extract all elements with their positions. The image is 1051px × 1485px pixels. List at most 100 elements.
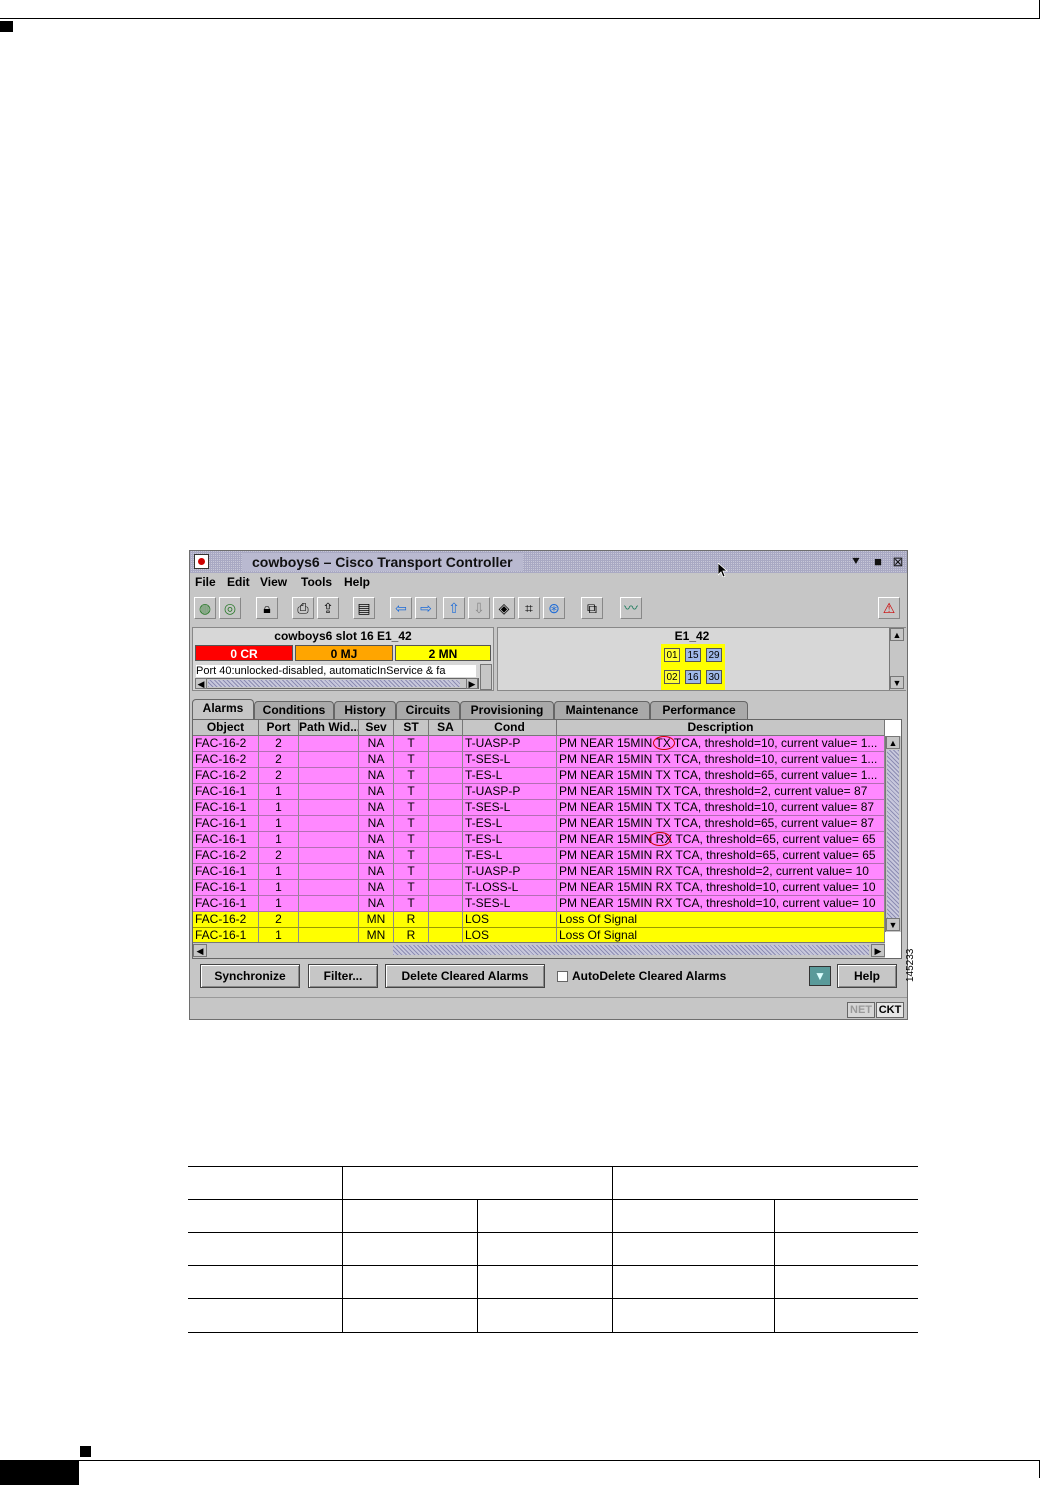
port-status-hscroll[interactable]: ◀ ▶ — [195, 678, 479, 689]
cell-cond: T-UASP-P — [463, 736, 557, 752]
tab-provisioning[interactable]: Provisioning — [460, 701, 554, 719]
table-row[interactable]: FAC-16-2 2 NA T T-SES-L PM NEAR 15MIN TX TCA,… — [193, 752, 885, 768]
table-row[interactable]: FAC-16-1 1 NA T T-ES-L PM NEAR 15MIN RX TCA, … — [193, 832, 885, 848]
export-icon[interactable]: ⇪ — [317, 597, 339, 619]
filter-funnel-icon[interactable]: ▼ — [809, 966, 831, 986]
forward-arrow-icon[interactable]: ⇨ — [415, 597, 437, 619]
scroll-right-icon[interactable]: ▶ — [871, 944, 885, 957]
port-30[interactable]: 30 — [706, 670, 722, 684]
scroll-left-icon[interactable]: ◀ — [195, 678, 207, 689]
cell-path-width — [299, 896, 359, 912]
col-sa[interactable]: SA — [429, 720, 463, 736]
tab-alarms[interactable]: Alarms — [192, 699, 254, 719]
menu-edit[interactable]: Edit — [227, 575, 250, 589]
table-row[interactable]: FAC-16-2 2 NA T T-UASP-P PM NEAR 15MIN TX TCA… — [193, 736, 885, 752]
cell-path-width — [299, 800, 359, 816]
col-sev[interactable]: Sev — [359, 720, 394, 736]
autodelete-checkbox[interactable] — [557, 971, 568, 982]
table-row[interactable]: FAC-16-1 1 NA T T-SES-L PM NEAR 15MIN TX TCA,… — [193, 800, 885, 816]
network-icon[interactable]: ⊛ — [543, 597, 565, 619]
cell-object: FAC-16-2 — [193, 752, 259, 768]
scroll-up-icon[interactable]: ▲ — [890, 628, 904, 641]
cell-object: FAC-16-2 — [193, 848, 259, 864]
lock-icon[interactable]: 🔒︎ — [256, 597, 278, 619]
menu-view[interactable]: View — [260, 575, 287, 589]
table-row[interactable]: FAC-16-1 1 NA T T-ES-L PM NEAR 15MIN TX TCA, … — [193, 816, 885, 832]
table-row[interactable]: FAC-16-1 1 NA T T-UASP-P PM NEAR 15MIN RX TCA… — [193, 864, 885, 880]
tab-history[interactable]: History — [334, 701, 396, 719]
cell-st: T — [394, 816, 429, 832]
scroll-thumb[interactable] — [208, 680, 460, 687]
cell-path-width — [299, 864, 359, 880]
menu-help[interactable]: Help — [344, 575, 370, 589]
scroll-left-icon[interactable]: ◀ — [193, 944, 207, 957]
globe-network-icon[interactable]: ◎ — [219, 597, 241, 619]
port-29[interactable]: 29 — [706, 648, 722, 662]
port-02[interactable]: 02 — [664, 670, 680, 684]
scroll-down-icon[interactable]: ▼ — [886, 918, 900, 931]
col-cond[interactable]: Cond — [463, 720, 557, 736]
port-16[interactable]: 16 — [685, 670, 701, 684]
table-row[interactable]: FAC-16-1 1 NA T T-LOSS-L PM NEAR 15MIN RX TCA… — [193, 880, 885, 896]
maximize-icon[interactable]: ■ — [870, 554, 886, 570]
critical-count-badge: 0 CR — [195, 645, 293, 661]
span-icon[interactable]: ⧉ — [581, 597, 603, 619]
card-view-vscroll[interactable]: ▲ ▼ — [889, 628, 906, 690]
up-arrow-icon[interactable]: ⇧ — [443, 597, 465, 619]
title-bar[interactable]: cowboys6 – Cisco Transport Controller ⯆ … — [190, 551, 907, 577]
filter-button[interactable]: Filter... — [308, 964, 378, 988]
tab-circuits[interactable]: Circuits — [396, 701, 460, 719]
synchronize-button[interactable]: Synchronize — [200, 964, 300, 988]
scroll-up-icon[interactable]: ▲ — [886, 736, 900, 749]
col-port[interactable]: Port — [259, 720, 299, 736]
col-path-width[interactable]: Path Wid... — [299, 720, 359, 736]
print-icon[interactable]: ⎙ — [292, 597, 314, 619]
node-icon[interactable]: ◈ — [493, 597, 515, 619]
doc-table — [188, 1166, 918, 1333]
scroll-right-icon[interactable]: ▶ — [466, 678, 478, 689]
port-01[interactable]: 01 — [664, 648, 680, 662]
alarm-warning-icon[interactable]: ⚠ — [878, 597, 900, 619]
close-icon[interactable]: ⊠ — [890, 554, 906, 570]
table-row[interactable]: FAC-16-1 1 NA T T-SES-L PM NEAR 15MIN RX TCA,… — [193, 896, 885, 912]
app-icon[interactable] — [194, 554, 209, 569]
net-status[interactable]: NET — [847, 1002, 875, 1018]
down-arrow-icon[interactable]: ⇩ — [468, 597, 490, 619]
port-status-vscroll[interactable] — [480, 664, 492, 690]
table-vscroll[interactable]: ▲ ▼ — [885, 736, 901, 932]
scroll-thumb[interactable] — [887, 750, 899, 918]
table-rule — [188, 1166, 918, 1167]
properties-icon[interactable]: ▤ — [353, 597, 375, 619]
tab-performance[interactable]: Performance — [650, 701, 748, 719]
menu-tools[interactable]: Tools — [301, 575, 332, 589]
scroll-thumb[interactable] — [393, 945, 869, 955]
chart-icon[interactable]: 〰 — [620, 597, 642, 619]
table-rule — [188, 1298, 918, 1299]
table-row[interactable]: FAC-16-1 1 NA T T-UASP-P PM NEAR 15MIN TX TCA… — [193, 784, 885, 800]
delete-cleared-alarms-button[interactable]: Delete Cleared Alarms — [385, 964, 545, 988]
col-st[interactable]: ST — [394, 720, 429, 736]
help-button[interactable]: Help — [837, 964, 897, 988]
cell-sa — [429, 832, 463, 848]
col-object[interactable]: Object — [193, 720, 259, 736]
ckt-status[interactable]: CKT — [876, 1002, 904, 1018]
table-row[interactable]: FAC-16-2 2 NA T T-ES-L PM NEAR 15MIN RX TCA, … — [193, 848, 885, 864]
table-row[interactable]: FAC-16-2 2 MN R LOS Loss Of Signal — [193, 912, 885, 928]
scroll-down-icon[interactable]: ▼ — [890, 676, 904, 689]
cell-st: R — [394, 912, 429, 928]
tab-conditions[interactable]: Conditions — [254, 701, 334, 719]
cell-sa — [429, 912, 463, 928]
back-arrow-icon[interactable]: ⇦ — [390, 597, 412, 619]
minimize-icon[interactable]: ⯆ — [848, 554, 864, 570]
menu-file[interactable]: File — [195, 575, 216, 589]
table-hscroll[interactable]: ◀ ▶ — [193, 942, 885, 958]
table-rule — [188, 1199, 918, 1200]
cell-sev: NA — [359, 768, 394, 784]
tab-maintenance[interactable]: Maintenance — [554, 701, 650, 719]
port-15[interactable]: 15 — [685, 648, 701, 662]
cell-st: T — [394, 752, 429, 768]
col-description[interactable]: Description — [557, 720, 885, 736]
topology-icon[interactable]: ⌗ — [518, 597, 540, 619]
globe-icon[interactable]: ◍ — [194, 597, 216, 619]
table-row[interactable]: FAC-16-2 2 NA T T-ES-L PM NEAR 15MIN TX TCA, … — [193, 768, 885, 784]
